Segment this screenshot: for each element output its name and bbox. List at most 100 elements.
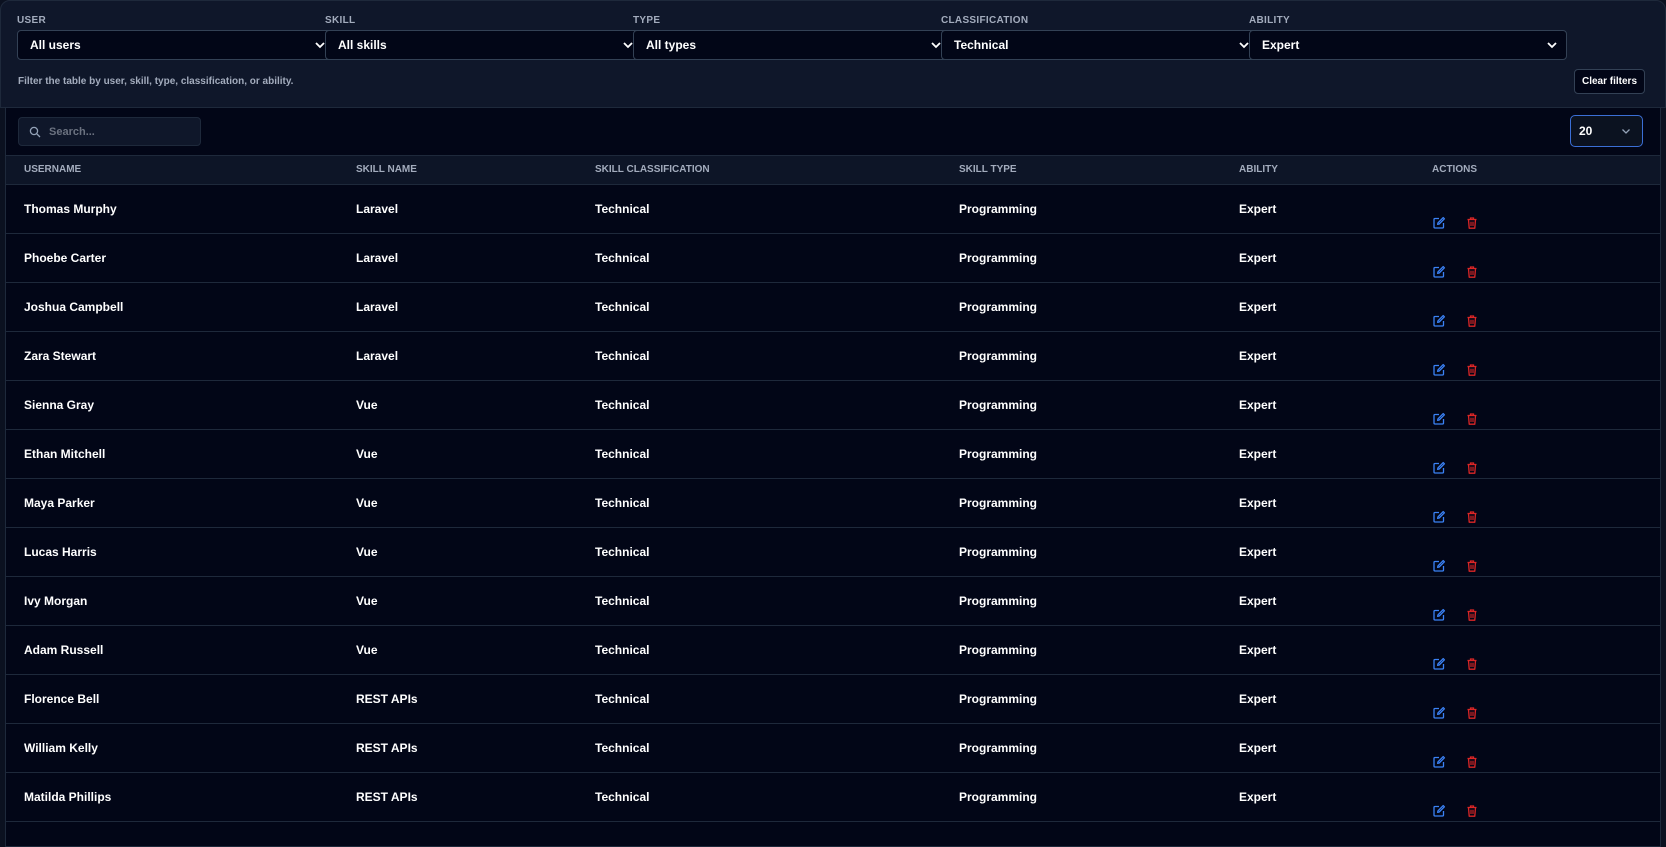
table-header: USERNAME SKILL NAME SKILL CLASSIFICATION… xyxy=(6,155,1660,185)
edit-icon[interactable] xyxy=(1432,643,1446,670)
cell-skill-name: Vue xyxy=(356,447,378,461)
cell-ability: Expert xyxy=(1239,398,1277,412)
cell-username: Sienna Gray xyxy=(24,398,95,412)
classification-select-value: Technical xyxy=(954,38,1009,52)
cell-ability: Expert xyxy=(1239,349,1277,363)
cell-skill-name: Laravel xyxy=(356,349,399,363)
type-select[interactable]: All types xyxy=(633,30,951,60)
table-row: Adam Russell Vue Technical Programming Exper… xyxy=(6,626,1660,675)
filter-helper-text: Filter the table by user, skill, type, c… xyxy=(18,76,294,87)
cell-skill-name: Vue xyxy=(356,594,378,608)
row-actions xyxy=(1432,479,1479,527)
per-page-select[interactable]: 20 xyxy=(1570,115,1643,147)
skills-table-card: Search... 20 USERNAME SKILL NAME SKILL C… xyxy=(5,107,1661,847)
edit-icon[interactable] xyxy=(1432,202,1446,229)
trash-icon[interactable] xyxy=(1465,741,1479,768)
column-header-skill-type[interactable]: SKILL TYPE xyxy=(959,156,1017,184)
cell-skill-classification: Technical xyxy=(595,202,650,216)
cell-username: Thomas Murphy xyxy=(24,202,117,216)
cell-username: Phoebe Carter xyxy=(24,251,107,265)
cell-username: Ivy Morgan xyxy=(24,594,88,608)
filter-type: TYPE All types xyxy=(633,15,951,60)
cell-skill-name: Laravel xyxy=(356,251,399,265)
edit-icon[interactable] xyxy=(1432,398,1446,425)
edit-icon[interactable] xyxy=(1432,349,1446,376)
filter-label-skill: SKILL xyxy=(325,15,356,26)
edit-icon[interactable] xyxy=(1432,496,1446,523)
edit-icon[interactable] xyxy=(1432,741,1446,768)
column-header-skill-name[interactable]: SKILL NAME xyxy=(356,156,417,184)
filter-label-user: USER xyxy=(17,15,46,26)
type-select-value: All types xyxy=(646,38,697,52)
edit-icon[interactable] xyxy=(1432,790,1446,817)
cell-ability: Expert xyxy=(1239,790,1277,804)
trash-icon[interactable] xyxy=(1465,692,1479,719)
edit-icon[interactable] xyxy=(1432,594,1446,621)
trash-icon[interactable] xyxy=(1465,398,1479,425)
row-actions xyxy=(1432,675,1479,723)
cell-username: Adam Russell xyxy=(24,643,104,657)
cell-skill-type: Programming xyxy=(959,447,1038,461)
cell-username: Joshua Campbell xyxy=(24,300,124,314)
column-header-ability[interactable]: ABILITY xyxy=(1239,156,1278,184)
cell-skill-classification: Technical xyxy=(595,545,650,559)
edit-icon[interactable] xyxy=(1432,300,1446,327)
ability-select[interactable]: Expert xyxy=(1249,30,1567,60)
trash-icon[interactable] xyxy=(1465,594,1479,621)
table-row: William Kelly REST APIs Technical Programmi… xyxy=(6,724,1660,773)
column-header-username[interactable]: USERNAME xyxy=(24,156,81,184)
chevron-down-icon xyxy=(1547,42,1557,49)
cell-skill-name: Vue xyxy=(356,496,378,510)
row-actions xyxy=(1432,381,1479,429)
cell-skill-type: Programming xyxy=(959,300,1038,314)
edit-icon[interactable] xyxy=(1432,251,1446,278)
search-input[interactable]: Search... xyxy=(18,117,201,146)
filter-skill: SKILL All skills xyxy=(325,15,643,60)
cell-ability: Expert xyxy=(1239,692,1277,706)
trash-icon[interactable] xyxy=(1465,790,1479,817)
table-row: Florence Bell REST APIs Technical Programmi… xyxy=(6,675,1660,724)
column-header-skill-classification[interactable]: SKILL CLASSIFICATION xyxy=(595,156,710,184)
cell-skill-classification: Technical xyxy=(595,349,650,363)
edit-icon[interactable] xyxy=(1432,545,1446,572)
filter-label-ability: ABILITY xyxy=(1249,15,1290,26)
trash-icon[interactable] xyxy=(1465,643,1479,670)
row-actions xyxy=(1432,724,1479,772)
table-body: Thomas Murphy Laravel Technical Programming… xyxy=(6,185,1660,822)
cell-skill-name: Laravel xyxy=(356,300,399,314)
trash-icon[interactable] xyxy=(1465,349,1479,376)
cell-skill-classification: Technical xyxy=(595,692,650,706)
cell-skill-name: REST APIs xyxy=(356,692,418,706)
edit-icon[interactable] xyxy=(1432,692,1446,719)
skill-select-value: All skills xyxy=(338,38,387,52)
filter-label-classification: CLASSIFICATION xyxy=(941,15,1029,26)
edit-icon[interactable] xyxy=(1432,447,1446,474)
cell-skill-type: Programming xyxy=(959,545,1038,559)
row-actions xyxy=(1432,773,1479,821)
row-actions xyxy=(1432,528,1479,576)
table-row: Ivy Morgan Vue Technical Programming Expert xyxy=(6,577,1660,626)
cell-skill-name: Laravel xyxy=(356,202,399,216)
table-row: Thomas Murphy Laravel Technical Programming… xyxy=(6,185,1660,234)
row-actions xyxy=(1432,234,1479,282)
trash-icon[interactable] xyxy=(1465,447,1479,474)
cell-ability: Expert xyxy=(1239,545,1277,559)
cell-skill-type: Programming xyxy=(959,790,1038,804)
filter-label-type: TYPE xyxy=(633,15,661,26)
search-icon xyxy=(29,126,41,137)
trash-icon[interactable] xyxy=(1465,545,1479,572)
trash-icon[interactable] xyxy=(1465,251,1479,278)
cell-skill-name: REST APIs xyxy=(356,741,418,755)
user-select[interactable]: All users xyxy=(17,30,335,60)
clear-filters-button[interactable]: Clear filters xyxy=(1574,69,1645,94)
trash-icon[interactable] xyxy=(1465,202,1479,229)
trash-icon[interactable] xyxy=(1465,496,1479,523)
row-actions xyxy=(1432,626,1479,674)
skill-select[interactable]: All skills xyxy=(325,30,643,60)
cell-username: Florence Bell xyxy=(24,692,100,706)
cell-skill-classification: Technical xyxy=(595,496,650,510)
classification-select[interactable]: Technical xyxy=(941,30,1259,60)
trash-icon[interactable] xyxy=(1465,300,1479,327)
cell-skill-type: Programming xyxy=(959,692,1038,706)
ability-select-value: Expert xyxy=(1262,38,1300,52)
